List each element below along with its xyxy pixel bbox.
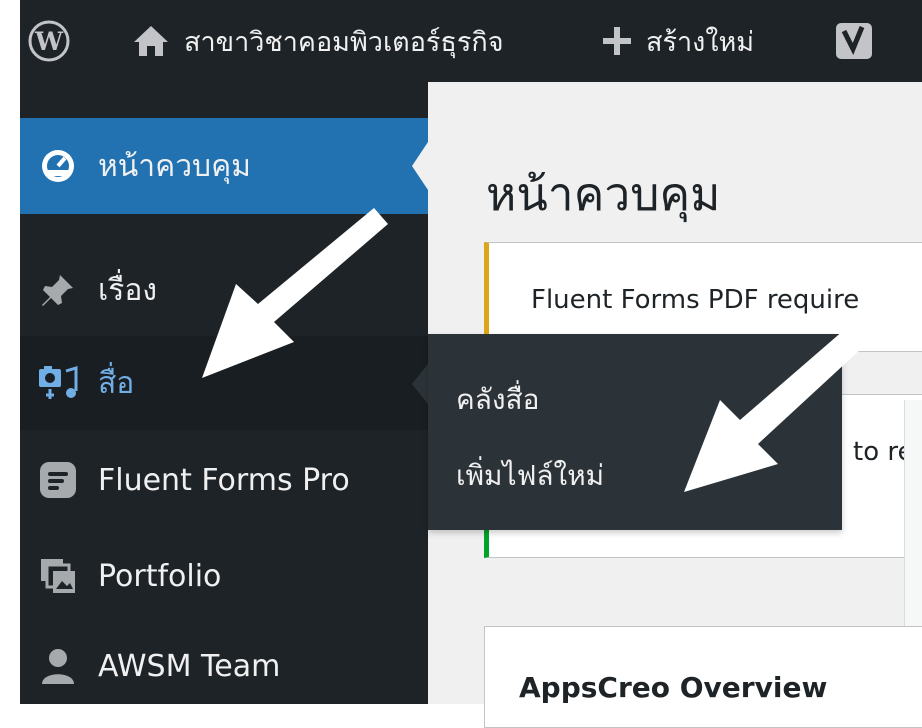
yoast-icon <box>836 23 872 59</box>
page-margin <box>0 0 20 704</box>
sidebar-item-label: Fluent Forms Pro <box>98 462 350 498</box>
new-content-button[interactable]: สร้างใหม่ <box>600 0 754 82</box>
sidebar-item-label: Portfolio <box>98 558 222 594</box>
submenu-item-library[interactable]: คลังสื่อ <box>456 378 539 422</box>
admin-bar: W สาขาวิชาคอมพิวเตอร์ธุรกิจ สร้างใหม่ <box>0 0 922 82</box>
site-name: สาขาวิชาคอมพิวเตอร์ธุรกิจ <box>184 26 504 58</box>
wordpress-logo-icon: W <box>28 20 70 62</box>
user-icon <box>38 646 78 686</box>
page-title: หน้าควบคุม <box>486 167 721 221</box>
dashboard-gauge-icon <box>38 146 78 186</box>
sidebar-item-label: AWSM Team <box>98 648 281 684</box>
sidebar-item-label: เรื่อง <box>98 272 158 308</box>
sidebar-item-label: สื่อ <box>98 365 135 401</box>
site-name-link[interactable]: สาขาวิชาคอมพิวเตอร์ธุรกิจ <box>132 0 504 82</box>
sidebar-item-label: หน้าควบคุม <box>98 148 251 184</box>
dashboard-widget: AppsCreo Overview <box>484 626 922 728</box>
svg-text:W: W <box>34 27 64 56</box>
yoast-seo-button[interactable] <box>834 0 878 82</box>
admin-sidebar: หน้าควบคุม เรื่อง สื่อ Fluent Forms Pro … <box>20 82 428 704</box>
sidebar-item-portfolio[interactable]: Portfolio <box>20 532 428 620</box>
plus-icon <box>603 27 631 55</box>
notice-text: Fluent Forms PDF require <box>531 285 860 315</box>
submenu-item-add-new[interactable]: เพิ่มไฟล์ใหม่ <box>456 454 604 498</box>
media-icon <box>38 363 78 403</box>
fluent-forms-icon <box>38 460 78 500</box>
current-menu-pointer <box>412 142 428 190</box>
submenu-pointer <box>412 364 428 404</box>
annotation-arrow-icon <box>202 208 388 378</box>
pin-icon <box>38 270 78 310</box>
sidebar-item-awsm-team[interactable]: AWSM Team <box>20 622 428 710</box>
wordpress-logo-button[interactable]: W <box>28 0 70 82</box>
home-icon <box>134 26 168 56</box>
sidebar-item-fluent-forms[interactable]: Fluent Forms Pro <box>20 436 428 524</box>
portfolio-icon <box>38 556 78 596</box>
new-content-label: สร้างใหม่ <box>646 26 755 58</box>
annotation-arrow-icon <box>684 330 862 492</box>
widget-title: AppsCreo Overview <box>519 671 828 704</box>
